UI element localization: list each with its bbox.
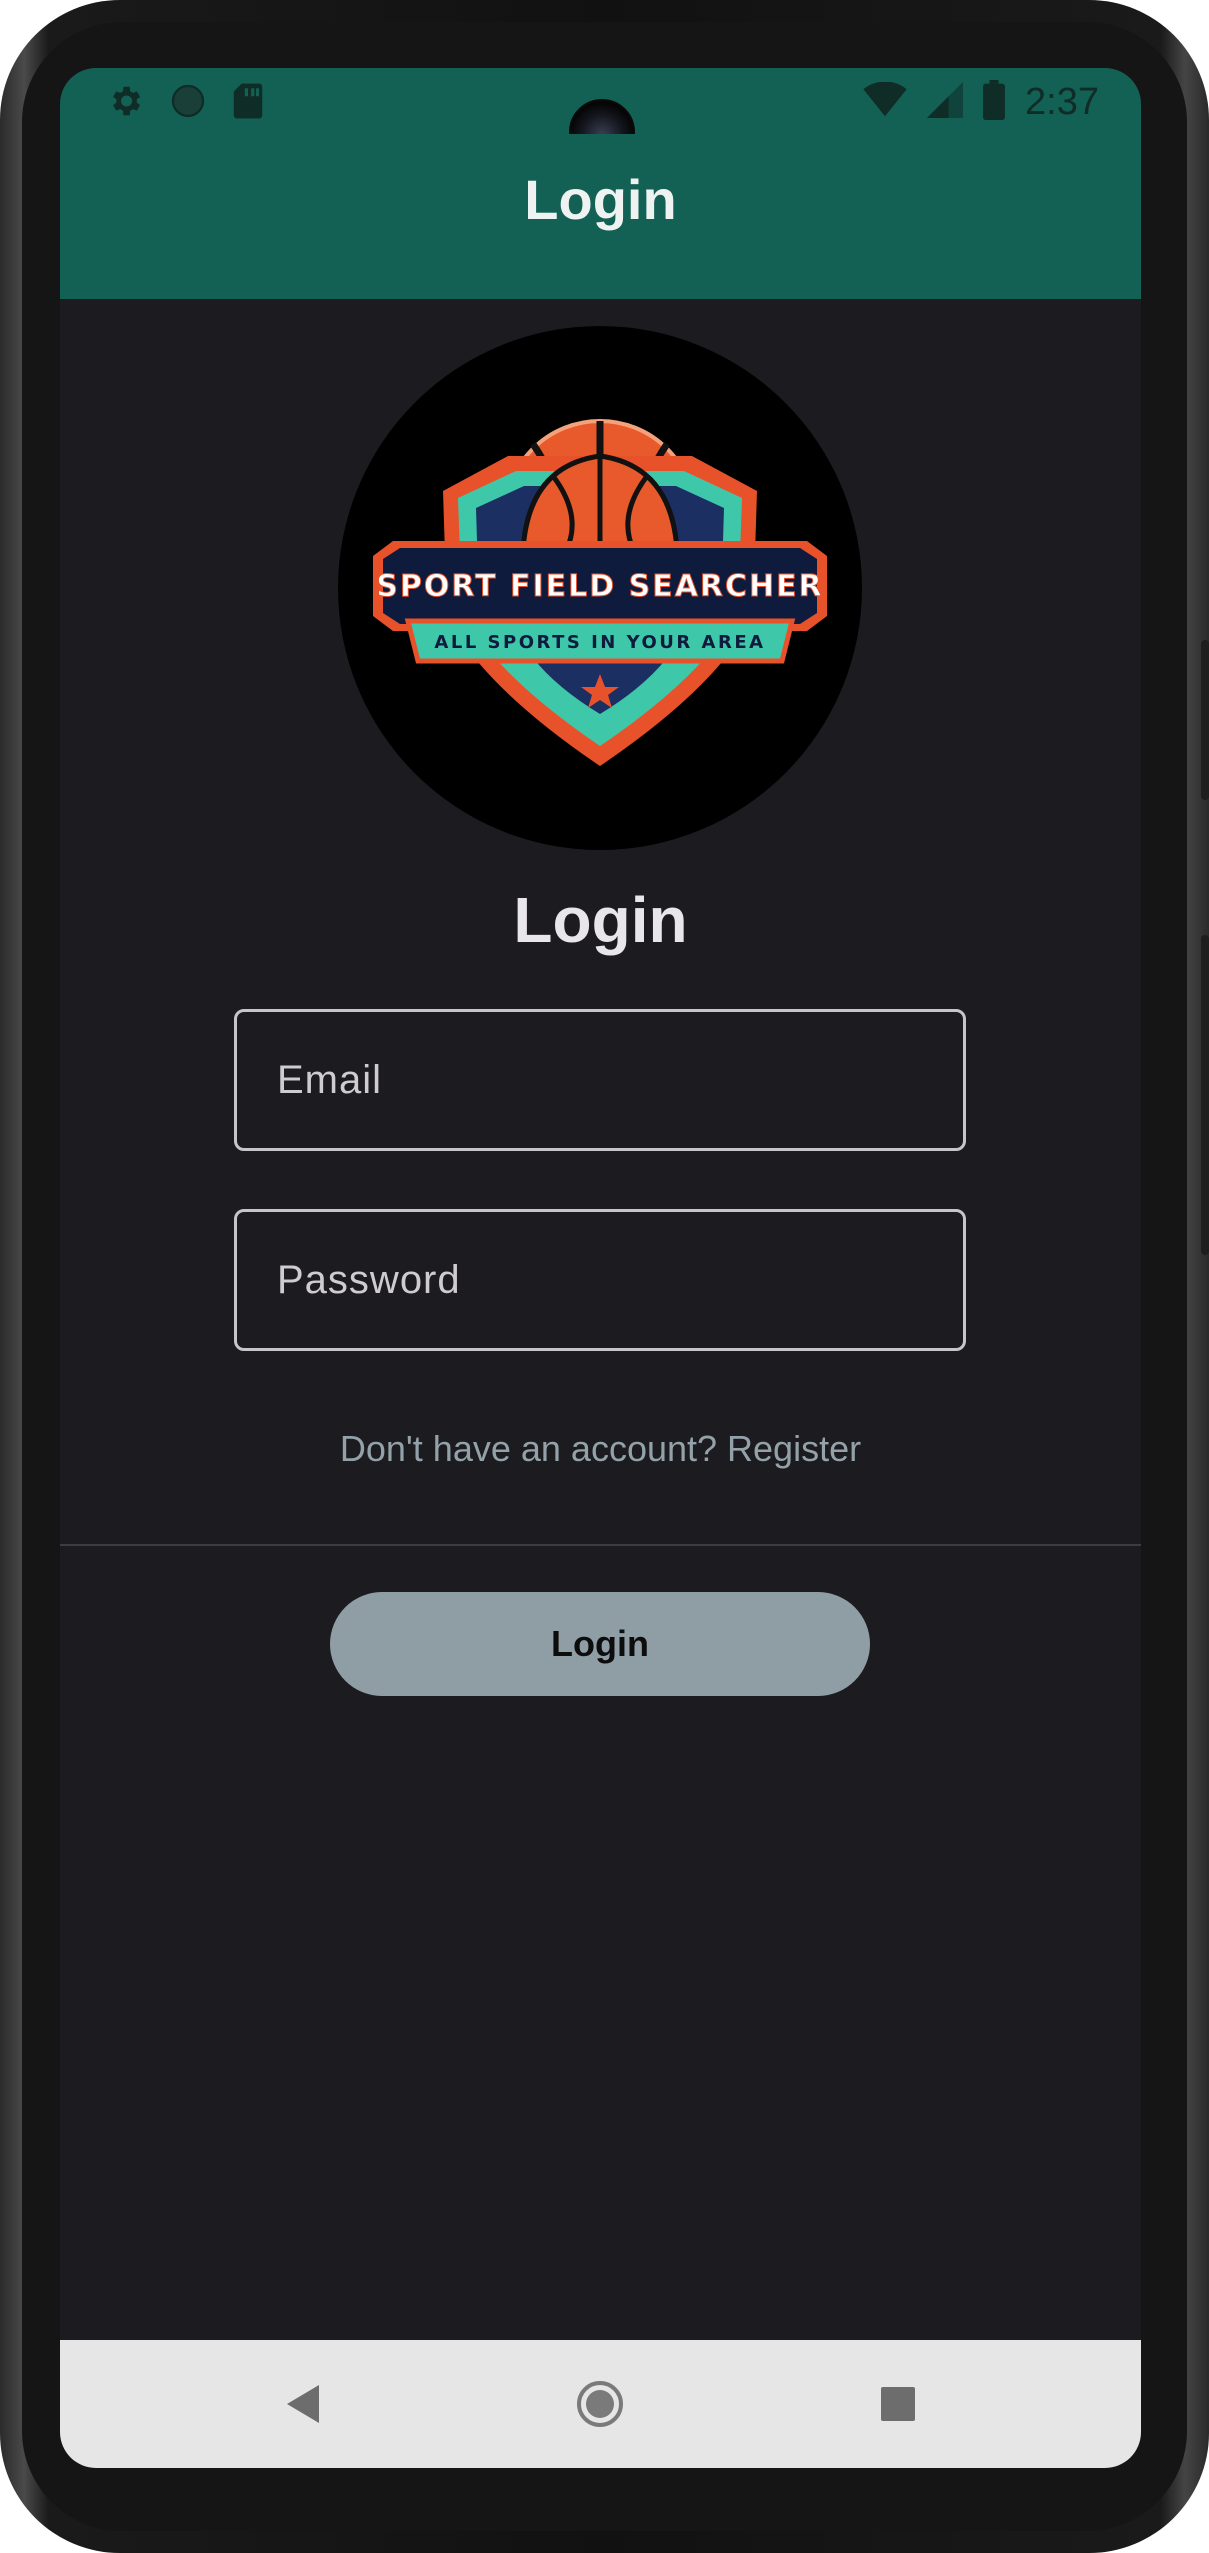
login-button[interactable]: Login [330, 1592, 870, 1696]
logo-tagline-text: ALL SPORTS IN YOUR AREA [434, 632, 765, 653]
app-logo: SPORT FIELD SEARCHER ALL SPORTS IN YOUR … [338, 326, 862, 850]
wifi-icon [863, 81, 907, 123]
back-icon[interactable] [280, 2380, 328, 2428]
logo-title-text: SPORT FIELD SEARCHER [376, 569, 824, 604]
home-icon[interactable] [576, 2380, 624, 2428]
circle-icon [170, 83, 206, 124]
sd-card-icon [232, 82, 264, 125]
battery-icon [983, 80, 1005, 125]
email-input[interactable] [237, 1012, 963, 1148]
volume-button [1201, 935, 1209, 1255]
divider [60, 1544, 1141, 1546]
recents-icon[interactable] [874, 2380, 922, 2428]
register-link[interactable]: Don't have an account? Register [60, 1428, 1141, 1470]
phone-frame: 2:37 Login SPORT FIELD SEARCHER ALL SPOR… [0, 0, 1209, 2553]
status-time: 2:37 [1025, 81, 1099, 123]
password-field[interactable] [234, 1209, 966, 1351]
app-bar-title: Login [524, 168, 677, 231]
navigation-bar [60, 2340, 1141, 2468]
power-button [1201, 640, 1209, 800]
signal-icon [927, 82, 964, 123]
screen: 2:37 Login SPORT FIELD SEARCHER ALL SPOR… [60, 68, 1141, 2468]
gear-icon [106, 82, 144, 125]
password-input[interactable] [237, 1212, 963, 1348]
app-bar: Login [60, 134, 1141, 299]
email-field[interactable] [234, 1009, 966, 1151]
page-title: Login [513, 884, 688, 956]
